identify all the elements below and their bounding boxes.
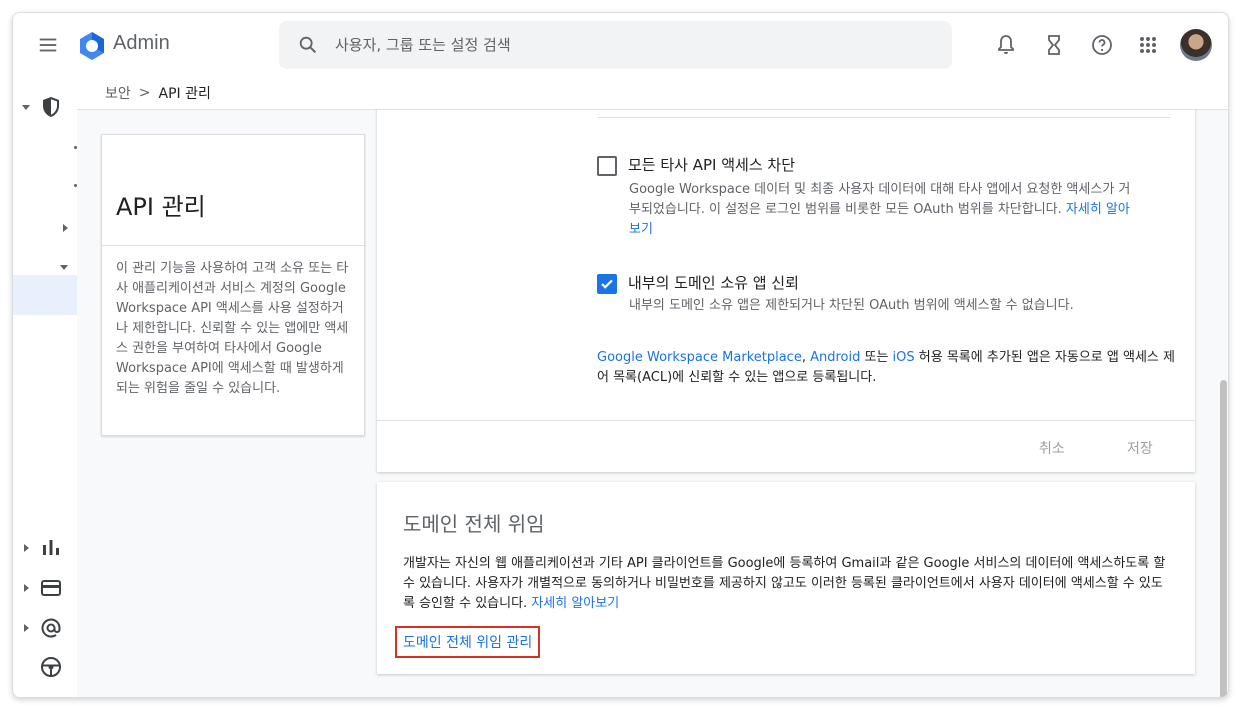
android-link[interactable]: Android [810,350,860,365]
trust-internal-apps-label[interactable]: 내부의 도메인 소유 앱 신뢰 [628,272,799,293]
help-icon[interactable] [1090,33,1114,57]
breadcrumb: 보안 > API 관리 [105,83,211,103]
bar-chart-icon [43,540,59,555]
bell-icon[interactable] [994,33,1018,57]
nav-item-storage[interactable] [21,693,77,698]
nav-selected-highlight[interactable] [13,275,77,315]
apps-grid-icon[interactable] [1136,33,1160,57]
save-button[interactable]: 저장 [1127,438,1153,458]
hourglass-icon[interactable] [1042,33,1066,57]
marketplace-link[interactable]: Google Workspace Marketplace [597,350,802,365]
nav-item-billing[interactable] [21,576,77,600]
page-title: API 관리 [116,193,206,221]
delegation-panel: 도메인 전체 위임 개발자는 자신의 웹 애플리케이션과 기타 API 클라이언… [377,482,1195,674]
credit-card-icon [41,580,61,596]
cloud-icon [39,693,63,698]
allowlist-note: Google Workspace Marketplace, Android 또는… [597,348,1177,388]
settings-panel: 메시지(최대 300자 제한) 모든 타사 API 액세스 차단 Google … [377,110,1195,472]
brand-name[interactable]: Admin [113,32,170,55]
scrollbar[interactable] [1220,380,1227,697]
search-bar[interactable] [279,21,952,69]
breadcrumb-bar: 보안 > API 관리 [77,77,1228,110]
search-icon[interactable] [297,34,319,56]
manage-delegation-button[interactable]: 도메인 전체 위임 관리 [395,626,541,658]
admin-window: Admin 사용자, 그룹 또는 설정 검색 보안 > API 관리 API 관… [12,12,1229,698]
caret-right-icon[interactable] [21,583,31,593]
search-input[interactable] [335,31,925,59]
breadcrumb-current: API 관리 [158,86,211,102]
admin-logo-icon[interactable] [77,31,107,61]
breadcrumb-separator: > [138,85,151,101]
block-third-party-description: Google Workspace 데이터 및 최종 사용자 데이터에 대해 타사… [629,180,1139,240]
block-third-party-label[interactable]: 모든 타사 API 액세스 차단 [628,154,795,175]
delegation-description: 개발자는 자신의 웹 애플리케이션과 기타 API 클라이언트를 Google에… [403,554,1173,614]
nav-item-reports[interactable] [21,536,77,560]
main-content: API 관리 이 관리 기능을 사용하여 고객 소유 또는 타사 애플리케이션과… [77,110,1228,697]
info-description: 이 관리 기능을 사용하여 고객 소유 또는 타사 애플리케이션과 서비스 계정… [116,261,349,396]
caret-right-icon[interactable] [61,223,69,233]
note-mid: 또는 [860,350,893,365]
caret-right-icon[interactable] [21,543,31,553]
caret-down-icon[interactable] [21,102,31,112]
caret-right-icon[interactable] [21,623,31,633]
left-nav-rail [13,77,77,698]
avatar[interactable] [1180,29,1212,61]
divider [102,245,366,246]
block-third-party-desc-text: Google Workspace 데이터 및 최종 사용자 데이터에 대해 타사… [629,182,1131,217]
delegation-title: 도메인 전체 위임 [403,512,545,536]
message-field-faded[interactable]: 메시지(최대 300자 제한) [597,110,1171,118]
block-third-party-checkbox[interactable] [597,156,617,176]
trust-internal-apps-checkbox[interactable] [597,274,617,294]
at-sign-icon [41,618,61,638]
breadcrumb-parent[interactable]: 보안 [105,83,131,103]
actions-divider [377,420,1195,421]
info-card: API 관리 이 관리 기능을 사용하여 고객 소유 또는 타사 애플리케이션과… [101,134,366,436]
cancel-button[interactable]: 취소 [1039,438,1065,458]
nav-item-account[interactable] [21,616,77,640]
trust-internal-apps-description: 내부의 도메인 소유 앱은 제한되거나 차단된 OAuth 범위에 액세스할 수… [629,298,1074,313]
nav-item-security[interactable] [21,95,77,119]
note-sep: , [801,350,811,365]
check-icon [601,279,613,289]
menu-icon[interactable] [37,34,59,56]
caret-down-icon[interactable] [59,263,69,271]
ios-link[interactable]: iOS [893,350,915,365]
shield-icon [43,97,59,117]
delegation-desc-text: 개발자는 자신의 웹 애플리케이션과 기타 API 클라이언트를 Google에… [403,556,1166,611]
steering-wheel-icon [41,657,61,677]
delegation-learn-more-link[interactable]: 자세히 알아보기 [531,596,619,611]
nav-item-rules[interactable] [21,655,77,679]
top-bar: Admin [13,13,1228,77]
